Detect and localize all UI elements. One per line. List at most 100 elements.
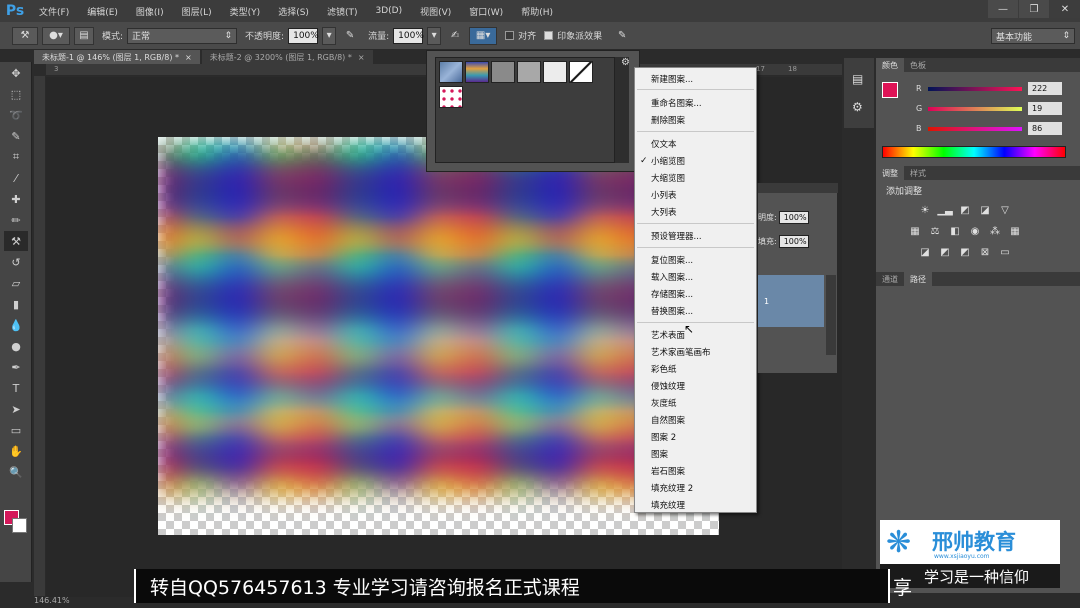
menu-item-new-pattern[interactable]: 新建图案... xyxy=(635,71,756,87)
menu-item-large-list[interactable]: 大列表 xyxy=(635,204,756,220)
menu-item-replace-patterns[interactable]: 替换图案... xyxy=(635,303,756,319)
menu-item-artist-brushes-canvas[interactable]: 艺术家画笔画布 xyxy=(635,344,756,360)
curves-icon[interactable]: ◩ xyxy=(958,204,972,216)
hand-tool-icon[interactable]: ✋ xyxy=(4,441,28,461)
menu-item-rock-patterns[interactable]: 岩石图案 xyxy=(635,463,756,479)
pattern-swatch[interactable] xyxy=(439,61,463,83)
exposure-icon[interactable]: ◪ xyxy=(978,204,992,216)
airbrush-icon[interactable]: ✍ xyxy=(445,27,465,45)
color-spectrum-bar[interactable] xyxy=(882,146,1066,158)
menu-item-texture-fill-2[interactable]: 填充纹理 2 xyxy=(635,480,756,496)
threshold-icon[interactable]: ◩ xyxy=(958,246,972,258)
selective-color-icon[interactable]: ⊠ xyxy=(978,246,992,258)
menu-item-erodible-textures[interactable]: 侵蚀纹理 xyxy=(635,378,756,394)
pattern-picker-button[interactable]: ▦▾ xyxy=(469,26,498,45)
color-balance-icon[interactable]: ⚖ xyxy=(928,225,942,237)
properties-icon[interactable]: ⚙ xyxy=(852,100,863,114)
levels-icon[interactable]: ▁▃ xyxy=(937,204,952,216)
pattern-swatch[interactable] xyxy=(465,61,489,83)
tab-styles[interactable]: 样式 xyxy=(904,166,932,180)
toggle-brush-panel-icon[interactable]: ▤ xyxy=(74,26,94,45)
pattern-swatch[interactable] xyxy=(569,61,593,83)
menu-item-delete-pattern[interactable]: 删除图案 xyxy=(635,112,756,128)
pressure-size-icon[interactable]: ✎ xyxy=(612,27,632,45)
menu-item-reset-patterns[interactable]: 复位图案... xyxy=(635,252,756,268)
tab-channels[interactable]: 通道 xyxy=(876,272,904,286)
menu-item-patterns-2[interactable]: 图案 2 xyxy=(635,429,756,445)
dodge-tool-icon[interactable]: ● xyxy=(4,336,28,356)
brush-tool-icon[interactable]: ✏ xyxy=(4,210,28,230)
tab-swatches[interactable]: 色板 xyxy=(904,58,932,72)
menu-type[interactable]: 类型(Y) xyxy=(221,5,270,18)
g-value[interactable]: 19 xyxy=(1028,102,1062,115)
layer-row[interactable]: 1 xyxy=(758,275,824,327)
quick-select-tool-icon[interactable]: ✎ xyxy=(4,126,28,146)
lasso-tool-icon[interactable]: ➰ xyxy=(4,105,28,125)
opacity-dropdown[interactable]: ▾ xyxy=(322,26,337,45)
b-value[interactable]: 86 xyxy=(1028,122,1062,135)
menu-item-color-paper[interactable]: 彩色纸 xyxy=(635,361,756,377)
pattern-swatch[interactable] xyxy=(543,61,567,83)
posterize-icon[interactable]: ◩ xyxy=(938,246,952,258)
close-icon[interactable]: × xyxy=(358,53,365,62)
menu-select[interactable]: 选择(S) xyxy=(269,5,318,18)
healing-brush-tool-icon[interactable]: ✚ xyxy=(4,189,28,209)
picker-scrollbar[interactable] xyxy=(615,57,629,163)
history-brush-tool-icon[interactable]: ↺ xyxy=(4,252,28,272)
hue-saturation-icon[interactable]: ▦ xyxy=(908,225,922,237)
menu-item-small-list[interactable]: 小列表 xyxy=(635,187,756,203)
tab-adjustments[interactable]: 调整 xyxy=(876,166,904,180)
type-tool-icon[interactable]: T xyxy=(4,378,28,398)
black-white-icon[interactable]: ◧ xyxy=(948,225,962,237)
channel-mixer-icon[interactable]: ⁂ xyxy=(988,225,1002,237)
menu-help[interactable]: 帮助(H) xyxy=(512,5,562,18)
move-tool-icon[interactable]: ✥ xyxy=(4,63,28,83)
minimize-button[interactable]: — xyxy=(988,0,1018,18)
menu-item-rename-pattern[interactable]: 重命名图案... xyxy=(635,95,756,111)
flow-field[interactable]: 100% xyxy=(393,27,424,44)
tab-color[interactable]: 颜色 xyxy=(876,58,904,72)
history-icon[interactable]: ▤ xyxy=(852,72,863,86)
clone-stamp-preset-icon[interactable]: ⚒ xyxy=(12,26,38,45)
brush-preset-picker[interactable]: ●▾ xyxy=(42,26,70,45)
mode-select[interactable]: 正常 ⇕ xyxy=(127,27,238,44)
r-value[interactable]: 222 xyxy=(1028,82,1062,95)
r-slider[interactable] xyxy=(928,87,1022,91)
pattern-swatch[interactable] xyxy=(491,61,515,83)
menu-item-small-thumbnail[interactable]: ✓ 小缩览图 xyxy=(635,153,756,169)
zoom-tool-icon[interactable]: 🔍 xyxy=(4,462,28,482)
workspace-select[interactable]: 基本功能 ⇕ xyxy=(991,28,1075,44)
clone-stamp-tool-icon[interactable]: ⚒ xyxy=(4,231,28,251)
gear-icon[interactable]: ⚙ xyxy=(621,57,635,69)
color-fg-swatch[interactable] xyxy=(882,82,898,98)
b-slider[interactable] xyxy=(928,127,1022,131)
menu-window[interactable]: 窗口(W) xyxy=(460,5,512,18)
layer-fill-field[interactable]: 100% xyxy=(778,235,809,248)
menu-edit[interactable]: 编辑(E) xyxy=(78,5,127,18)
menu-item-text-only[interactable]: 仅文本 xyxy=(635,136,756,152)
color-lookup-icon[interactable]: ▦ xyxy=(1008,225,1022,237)
doc-tab-1[interactable]: 未标题-1 @ 146% (图层 1, RGB/8) * × xyxy=(34,50,200,64)
crop-tool-icon[interactable]: ⌗ xyxy=(4,147,28,167)
impressionist-checkbox[interactable] xyxy=(544,31,554,40)
menu-item-preset-manager[interactable]: 预设管理器... xyxy=(635,228,756,244)
menu-item-load-patterns[interactable]: 载入图案... xyxy=(635,269,756,285)
blur-tool-icon[interactable]: 💧 xyxy=(4,315,28,335)
g-slider[interactable] xyxy=(928,107,1022,111)
eraser-tool-icon[interactable]: ▱ xyxy=(4,273,28,293)
eyedropper-tool-icon[interactable]: ⁄ xyxy=(4,168,28,188)
pressure-opacity-icon[interactable]: ✎ xyxy=(340,27,360,45)
gradient-tool-icon[interactable]: ▮ xyxy=(4,294,28,314)
menu-item-texture-fill[interactable]: 填充纹理 xyxy=(635,497,756,513)
brightness-icon[interactable]: ☀ xyxy=(918,204,932,216)
flow-dropdown[interactable]: ▾ xyxy=(427,26,442,45)
menu-item-large-thumbnail[interactable]: 大缩览图 xyxy=(635,170,756,186)
pen-tool-icon[interactable]: ✒ xyxy=(4,357,28,377)
menu-3d[interactable]: 3D(D) xyxy=(366,6,411,16)
menu-item-patterns[interactable]: 图案 xyxy=(635,446,756,462)
align-checkbox[interactable] xyxy=(505,31,515,40)
pattern-swatch[interactable] xyxy=(517,61,541,83)
menu-item-grayscale-paper[interactable]: 灰度纸 xyxy=(635,395,756,411)
tab-paths[interactable]: 路径 xyxy=(904,272,932,286)
menu-item-nature-patterns[interactable]: 自然图案 xyxy=(635,412,756,428)
